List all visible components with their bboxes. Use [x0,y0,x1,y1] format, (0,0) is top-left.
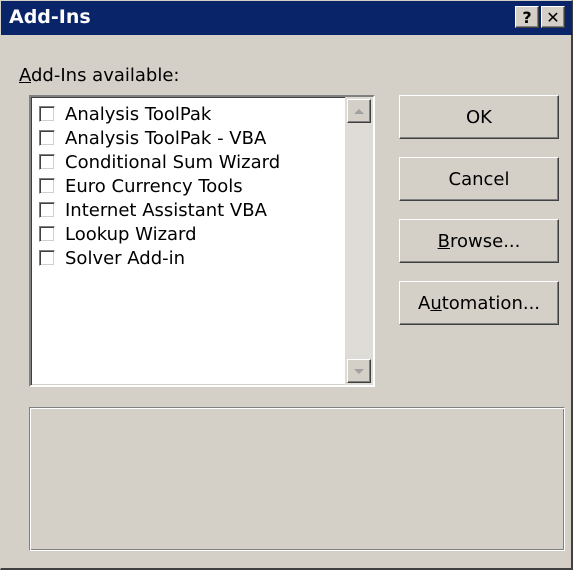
checkbox[interactable] [39,250,55,266]
list-item-euro-currency-tools[interactable]: Euro Currency Tools [39,174,243,198]
checkbox[interactable] [39,178,55,194]
label-rest: dd-Ins available: [31,65,180,86]
automation-mnemonic: u [430,292,442,314]
list-item-label: Analysis ToolPak [65,103,212,125]
list-item-label: Analysis ToolPak - VBA [65,127,267,149]
dialog-title: Add-Ins [9,6,91,28]
checkbox[interactable] [39,226,55,242]
description-box [29,407,565,551]
question-mark-icon: ? [522,7,532,27]
list-item-label: Lookup Wizard [65,223,197,245]
add-ins-listbox[interactable]: Analysis ToolPak Analysis ToolPak - VBA … [29,95,375,387]
automation-rest: tomation... [441,292,541,314]
close-icon: ✕ [546,7,560,27]
title-bar[interactable]: Add-Ins ? ✕ [1,1,572,35]
ok-button[interactable]: OK [399,95,559,139]
list-item-label: Euro Currency Tools [65,175,243,197]
list-item-analysis-toolpak[interactable]: Analysis ToolPak [39,102,211,126]
scroll-up-button[interactable] [347,99,371,123]
cancel-button[interactable]: Cancel [399,157,559,201]
list-item-analysis-toolpak-vba[interactable]: Analysis ToolPak - VBA [39,126,266,150]
add-ins-dialog: Add-Ins ? ✕ Add-Ins available: Analysis … [0,0,573,570]
close-button[interactable]: ✕ [541,6,565,28]
list-item-solver-add-in[interactable]: Solver Add-in [39,246,185,270]
help-button[interactable]: ? [515,6,539,28]
ok-label: OK [466,106,492,128]
checkbox[interactable] [39,106,55,122]
browse-rest: rowse... [450,230,521,252]
list-item-label: Solver Add-in [65,247,186,269]
arrow-up-icon [354,108,364,114]
checkbox[interactable] [39,202,55,218]
automation-label: Automation... [418,293,540,314]
list-item-label: Internet Assistant VBA [65,199,267,221]
list-item-lookup-wizard[interactable]: Lookup Wizard [39,222,197,246]
list-item-conditional-sum-wizard[interactable]: Conditional Sum Wizard [39,150,280,174]
scroll-down-button[interactable] [347,359,371,383]
browse-mnemonic: B [437,230,450,252]
checkbox[interactable] [39,154,55,170]
browse-label: Browse... [438,231,521,252]
list-item-label: Conditional Sum Wizard [65,151,281,173]
cancel-label: Cancel [448,168,510,190]
arrow-down-icon [354,368,364,374]
list-item-internet-assistant-vba[interactable]: Internet Assistant VBA [39,198,267,222]
browse-button[interactable]: Browse... [399,219,559,263]
label-mnemonic: A [19,65,31,86]
add-ins-available-label: Add-Ins available: [19,65,179,86]
automation-button[interactable]: Automation... [399,281,559,325]
automation-pre: A [417,292,431,314]
checkbox[interactable] [39,130,55,146]
vertical-scrollbar[interactable] [345,97,373,385]
